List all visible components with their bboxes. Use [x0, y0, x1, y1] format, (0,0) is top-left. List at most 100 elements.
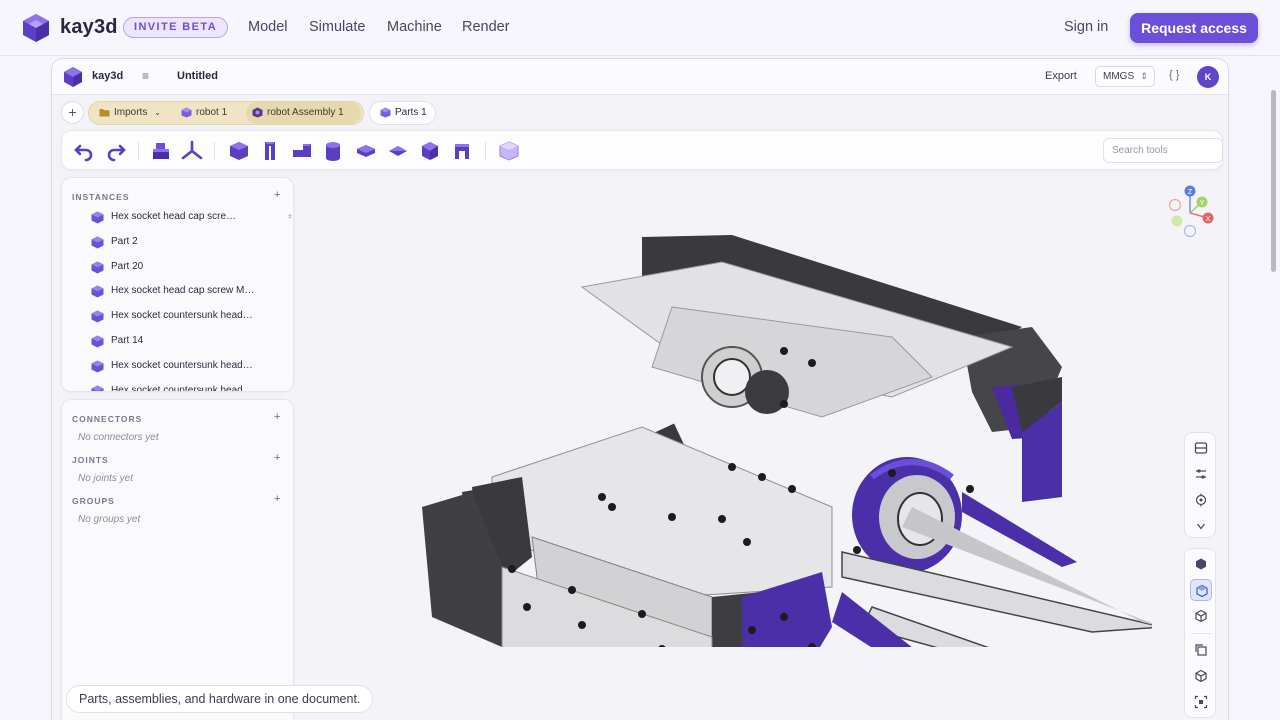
focus-frame-icon [1194, 695, 1208, 709]
nav-simulate[interactable]: Simulate [309, 19, 365, 35]
ghost-cube-tool-icon[interactable] [498, 140, 520, 162]
site-brand[interactable]: kay3d [60, 16, 118, 39]
cylinder-tool-icon[interactable] [322, 140, 344, 162]
groups-empty: No groups yet [78, 514, 141, 525]
user-avatar[interactable]: K [1197, 66, 1219, 88]
axes-tool-icon[interactable] [181, 140, 203, 162]
imports-tab-group: Imports ⌄ robot 1 robot Assembly 1 [88, 101, 364, 125]
part-cube-icon [91, 360, 104, 373]
nav-model[interactable]: Model [248, 19, 288, 35]
assembly-tool-icon[interactable] [150, 140, 172, 162]
add-joint-button[interactable]: + [274, 452, 280, 464]
box-tool-icon[interactable] [228, 140, 250, 162]
solid-mode-button[interactable] [1190, 553, 1212, 575]
add-instance-button[interactable]: + [274, 189, 280, 201]
joints-empty: No joints yet [78, 473, 134, 484]
cube-icon [380, 107, 391, 118]
profile-tool-icon[interactable] [451, 140, 473, 162]
search-tools-input[interactable] [1103, 138, 1223, 163]
instance-row[interactable]: Hex socket head cap scre… ⍖ [91, 208, 293, 228]
nav-render[interactable]: Render [462, 19, 510, 35]
duplicate-view-button[interactable] [1190, 639, 1212, 661]
collapse-rail-button[interactable] [1190, 515, 1212, 537]
instance-label: Hex socket countersunk head… [111, 384, 253, 392]
groups-title: GROUPS [72, 496, 115, 506]
display-settings-button[interactable] [1190, 463, 1212, 485]
folder-icon [99, 109, 110, 117]
kay3d-logo-icon[interactable] [22, 13, 50, 43]
wedge-tool-icon[interactable] [387, 140, 409, 162]
part-cube-icon [91, 261, 104, 274]
pin-icon[interactable]: ⍖ [287, 211, 293, 222]
instance-row[interactable]: Part 14 [91, 332, 281, 352]
hamburger-menu-icon[interactable]: ≡ [142, 69, 149, 83]
instance-row[interactable]: Part 2 [91, 233, 281, 253]
nav-machine[interactable]: Machine [387, 19, 442, 35]
center-view-button[interactable] [1190, 489, 1212, 511]
gizmo-x-label: X [1206, 216, 1211, 223]
caption-pill: Parts, assemblies, and hardware in one d… [66, 685, 374, 713]
app-name: kay3d [92, 70, 124, 82]
instances-panel: INSTANCES + Hex socket head cap scre… ⍖ Pa… [61, 177, 294, 392]
instance-row[interactable]: Hex socket countersunk head… [91, 307, 281, 327]
instance-label: Part 20 [111, 260, 144, 272]
bounding-box-button[interactable] [1190, 665, 1212, 687]
toolbar-divider [138, 142, 139, 160]
l-bracket-tool-icon[interactable] [291, 140, 313, 162]
tab-parts-1[interactable]: Parts 1 [369, 101, 436, 125]
tab-robot-assembly-1[interactable]: robot Assembly 1 [246, 102, 361, 124]
part-cube-icon [91, 285, 104, 298]
plate-tool-icon[interactable] [355, 140, 377, 162]
solid-hex-icon [1196, 558, 1206, 570]
robot-3d-model[interactable] [372, 177, 1152, 647]
tab-robot-1[interactable]: robot 1 [175, 102, 227, 124]
part-cube-icon [91, 310, 104, 323]
page-scrollbar[interactable] [1271, 90, 1276, 272]
panel-toggle-button[interactable] [1190, 437, 1212, 459]
instance-row[interactable]: Hex socket countersunk head… [91, 357, 281, 377]
kay3d-logo-icon[interactable] [63, 66, 83, 88]
toolbar-divider [485, 142, 486, 160]
tab-label: robot 1 [196, 107, 228, 118]
app-window: kay3d ≡ Untitled Export MMGS ⇕ { } K + I… [51, 58, 1229, 720]
request-access-button[interactable]: Request access [1130, 13, 1258, 43]
toolbar-divider [214, 142, 215, 160]
add-group-button[interactable]: + [274, 493, 280, 505]
wireframe-mode-button[interactable] [1190, 605, 1212, 627]
app-header: kay3d ≡ Untitled Export MMGS ⇕ { } K [52, 59, 1228, 95]
collapse-chevron-icon [1196, 523, 1206, 530]
shaded-mode-button[interactable] [1190, 579, 1212, 601]
gizmo-z-label: Z [1188, 189, 1193, 196]
instance-label: Part 2 [111, 235, 138, 247]
sphere-tool-icon[interactable] [419, 140, 441, 162]
relations-panel: CONNECTORS + No connectors yet JOINTS + … [61, 399, 294, 720]
channel-tool-icon[interactable] [259, 140, 281, 162]
tab-label: Parts 1 [395, 107, 427, 118]
updown-chevron-icon: ⇕ [1140, 71, 1148, 81]
undo-icon[interactable] [73, 140, 95, 162]
wire-cube-icon [1195, 609, 1207, 623]
instance-row[interactable]: Part 20 [91, 258, 281, 278]
instance-row[interactable]: Hex socket countersunk head… [91, 382, 281, 392]
units-select[interactable]: MMGS ⇕ [1095, 66, 1155, 87]
display-mode-rail [1184, 548, 1216, 718]
focus-frame-button[interactable] [1190, 691, 1212, 713]
document-title[interactable]: Untitled [177, 70, 218, 82]
json-toggle-button[interactable]: { } [1169, 69, 1179, 81]
chevron-down-icon: ⌄ [154, 108, 161, 117]
sign-in-link[interactable]: Sign in [1064, 19, 1108, 35]
units-value: MMGS [1103, 71, 1135, 82]
instance-row[interactable]: Hex socket head cap screw M… [91, 282, 281, 302]
tab-label: Imports [114, 107, 148, 118]
shaded-cube-icon [1196, 584, 1208, 598]
part-cube-icon [91, 335, 104, 348]
orientation-gizmo[interactable]: Z Y X [1162, 183, 1222, 243]
tab-imports[interactable]: Imports ⌄ [93, 102, 161, 124]
export-button[interactable]: Export [1045, 70, 1077, 82]
add-connector-button[interactable]: + [274, 411, 280, 423]
rail-divider [1191, 633, 1211, 634]
add-tab-button[interactable]: + [61, 101, 84, 124]
instance-label: Hex socket head cap scre… [111, 211, 237, 222]
panel-icon [1194, 442, 1208, 454]
redo-icon[interactable] [105, 140, 127, 162]
